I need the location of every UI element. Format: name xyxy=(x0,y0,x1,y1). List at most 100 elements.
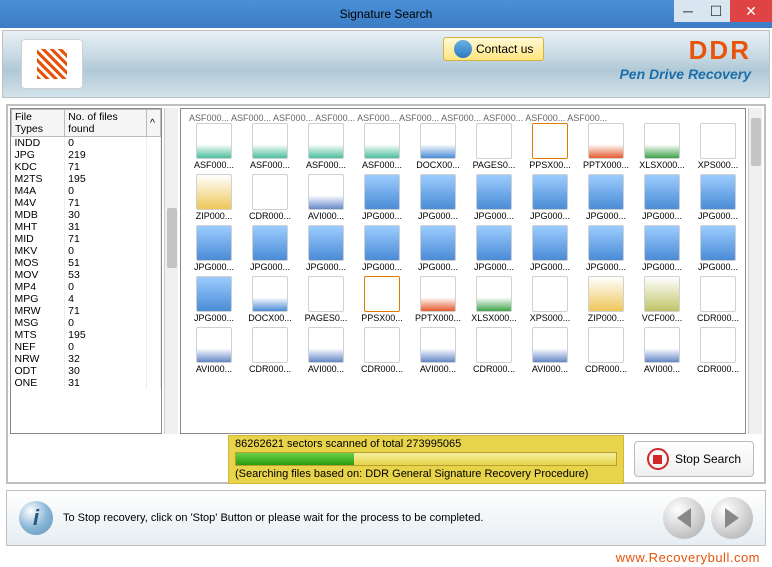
scroll-thumb[interactable] xyxy=(751,118,761,166)
table-row[interactable]: MPG4 xyxy=(12,293,161,305)
file-icon-item[interactable]: JPG000... xyxy=(579,174,633,221)
file-icon-item[interactable]: JPG000... xyxy=(299,225,353,272)
file-icon-item[interactable]: CDR000... xyxy=(691,276,745,323)
file-icon-item[interactable]: AVI000... xyxy=(299,174,353,221)
scroll-thumb[interactable] xyxy=(167,208,177,268)
file-icon-item[interactable]: JPG000... xyxy=(355,225,409,272)
file-icon-item[interactable]: JPG000... xyxy=(467,225,521,272)
file-label: PAGES0... xyxy=(299,313,353,323)
table-row[interactable]: MHT31 xyxy=(12,221,161,233)
file-icon-item[interactable]: JPG000... xyxy=(579,225,633,272)
file-icon-item[interactable]: JPG000... xyxy=(691,225,745,272)
file-icon-item[interactable]: ASF000... xyxy=(187,123,241,170)
file-icon-item[interactable]: JPG000... xyxy=(243,225,297,272)
file-icon-item[interactable]: VCF000... xyxy=(635,276,689,323)
minimize-button[interactable]: ─ xyxy=(674,0,702,22)
contact-us-button[interactable]: Contact us xyxy=(443,37,544,61)
maximize-button[interactable]: ☐ xyxy=(702,0,730,22)
file-icon-item[interactable]: JPG000... xyxy=(635,174,689,221)
back-button[interactable] xyxy=(663,497,705,539)
file-icon-item[interactable]: AVI000... xyxy=(635,327,689,374)
file-icon-item[interactable]: CDR000... xyxy=(355,327,409,374)
table-row[interactable]: M2TS195 xyxy=(12,173,161,185)
file-icon-item[interactable]: PAGES0... xyxy=(299,276,353,323)
table-row[interactable]: MTS195 xyxy=(12,329,161,341)
file-icon-item[interactable]: AVI000... xyxy=(411,327,465,374)
table-row[interactable]: ONE31 xyxy=(12,377,161,389)
table-row[interactable]: M4A0 xyxy=(12,185,161,197)
next-button[interactable] xyxy=(711,497,753,539)
file-label: ASF000... xyxy=(243,160,297,170)
stop-search-button[interactable]: Stop Search xyxy=(634,441,754,477)
file-icon-item[interactable]: JPG000... xyxy=(187,225,241,272)
table-row[interactable]: MSG0 xyxy=(12,317,161,329)
table-row[interactable]: ODT30 xyxy=(12,365,161,377)
table-scrollbar[interactable] xyxy=(164,108,178,434)
file-label: JPG000... xyxy=(355,211,409,221)
file-type-icon xyxy=(420,225,456,261)
table-row[interactable]: JPG219 xyxy=(12,149,161,161)
file-icon-item[interactable]: JPG000... xyxy=(523,225,577,272)
table-row[interactable]: MOS51 xyxy=(12,257,161,269)
window-title: Signature Search xyxy=(0,7,772,21)
file-icon-item[interactable]: PPSX00... xyxy=(523,123,577,170)
file-icon-item[interactable]: JPG000... xyxy=(691,174,745,221)
file-icon-item[interactable]: CDR000... xyxy=(467,327,521,374)
file-icon-item[interactable]: ZIP000... xyxy=(579,276,633,323)
close-button[interactable]: ✕ xyxy=(730,0,772,22)
file-icon-item[interactable]: AVI000... xyxy=(523,327,577,374)
results-icon-grid[interactable]: ASF000... ASF000... ASF000... ASF000... … xyxy=(180,108,746,434)
file-icon-item[interactable]: JPG000... xyxy=(411,174,465,221)
table-row[interactable]: MKV0 xyxy=(12,245,161,257)
file-icon-item[interactable]: AVI000... xyxy=(187,327,241,374)
file-icon-item[interactable]: CDR000... xyxy=(243,327,297,374)
file-icon-item[interactable]: ZIP000... xyxy=(187,174,241,221)
table-row[interactable]: KDC71 xyxy=(12,161,161,173)
file-icon-item[interactable]: XLSX000... xyxy=(635,123,689,170)
file-icon-item[interactable]: PPTX000... xyxy=(411,276,465,323)
file-icon-item[interactable]: XLSX000... xyxy=(467,276,521,323)
file-icon-item[interactable]: CDR000... xyxy=(579,327,633,374)
file-icon-item[interactable]: JPG000... xyxy=(187,276,241,323)
table-row[interactable]: NEF0 xyxy=(12,341,161,353)
file-icon-item[interactable]: PPSX00... xyxy=(355,276,409,323)
file-icon-item[interactable]: XPS000... xyxy=(523,276,577,323)
col-files-found[interactable]: No. of files found xyxy=(65,110,147,137)
table-row[interactable]: MOV53 xyxy=(12,269,161,281)
file-icon-item[interactable]: ASF000... xyxy=(243,123,297,170)
table-row[interactable]: NRW32 xyxy=(12,353,161,365)
file-type-icon xyxy=(644,276,680,312)
file-icon-item[interactable]: DOCX00... xyxy=(411,123,465,170)
file-label: DOCX00... xyxy=(411,160,465,170)
file-icon-item[interactable]: JPG000... xyxy=(355,174,409,221)
file-icon-item[interactable]: JPG000... xyxy=(467,174,521,221)
file-icon-item[interactable]: ASF000... xyxy=(299,123,353,170)
file-types-table[interactable]: File Types No. of files found ^ INDD0JPG… xyxy=(10,108,162,434)
file-type-icon xyxy=(364,276,400,312)
file-label: JPG000... xyxy=(523,262,577,272)
file-icon-item[interactable]: DOCX00... xyxy=(243,276,297,323)
grid-scrollbar[interactable] xyxy=(748,108,762,434)
col-file-types[interactable]: File Types xyxy=(12,110,65,137)
file-icon-item[interactable]: PAGES0... xyxy=(467,123,521,170)
file-icon-item[interactable]: AVI000... xyxy=(299,327,353,374)
table-row[interactable]: MID71 xyxy=(12,233,161,245)
file-icon-item[interactable]: PPTX000... xyxy=(579,123,633,170)
table-row[interactable]: MRW71 xyxy=(12,305,161,317)
file-label: CDR000... xyxy=(243,211,297,221)
table-row[interactable]: M4V71 xyxy=(12,197,161,209)
table-row[interactable]: INDD0 xyxy=(12,137,161,150)
file-icon-item[interactable]: CDR000... xyxy=(691,327,745,374)
file-type-icon xyxy=(644,174,680,210)
file-icon-item[interactable]: ASF000... xyxy=(355,123,409,170)
file-icon-item[interactable]: JPG000... xyxy=(635,225,689,272)
file-icon-item[interactable]: JPG000... xyxy=(411,225,465,272)
table-row[interactable]: MP40 xyxy=(12,281,161,293)
file-type-icon xyxy=(308,276,344,312)
file-label: ASF000... xyxy=(299,160,353,170)
file-icon-item[interactable]: JPG000... xyxy=(523,174,577,221)
file-icon-item[interactable]: CDR000... xyxy=(243,174,297,221)
table-row[interactable]: MDB30 xyxy=(12,209,161,221)
file-icon-item[interactable]: XPS000... xyxy=(691,123,745,170)
file-type-icon xyxy=(588,327,624,363)
